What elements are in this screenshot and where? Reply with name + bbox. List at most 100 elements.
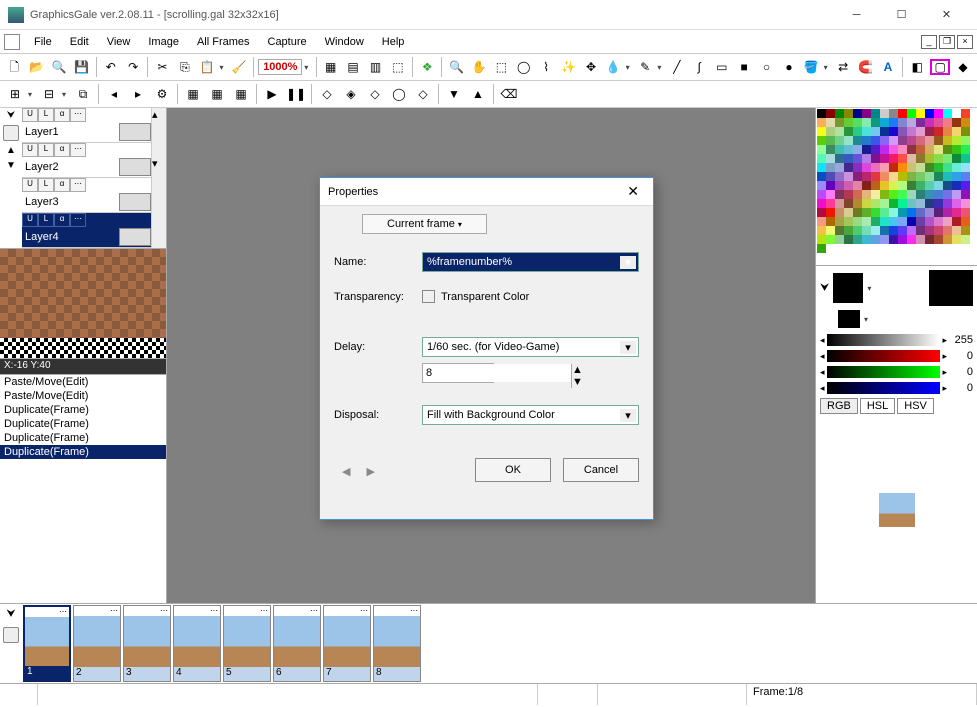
dialog-prev-icon[interactable]: ◀: [342, 465, 350, 478]
tab-hsv[interactable]: HSV: [897, 398, 934, 414]
move-icon[interactable]: ✥: [581, 56, 601, 78]
magnet-icon[interactable]: 🧲: [855, 56, 875, 78]
layer-up-icon[interactable]: ▲: [6, 145, 16, 156]
sel3-icon[interactable]: ◇: [364, 83, 386, 105]
onion-icon[interactable]: ❖: [417, 56, 437, 78]
frame-b-icon[interactable]: ▦: [206, 83, 228, 105]
replace-icon[interactable]: ⇄: [833, 56, 853, 78]
frame-item[interactable]: ⋯6: [273, 605, 321, 682]
fill-icon[interactable]: 🪣: [801, 56, 821, 78]
spin-down-icon[interactable]: ▼: [571, 376, 583, 388]
snap-icon[interactable]: ⬚: [388, 56, 408, 78]
tab-rgb[interactable]: RGB: [820, 398, 858, 414]
tab-hsl[interactable]: HSL: [860, 398, 895, 414]
curve-icon[interactable]: ∫: [689, 56, 709, 78]
copy-icon[interactable]: ⎘: [175, 56, 195, 78]
history-item[interactable]: Paste/Move(Edit): [0, 375, 166, 389]
misc-icon[interactable]: ◆: [953, 56, 973, 78]
pause-icon[interactable]: ❚❚: [285, 83, 307, 105]
wand-icon[interactable]: ✨: [558, 56, 578, 78]
frame-item[interactable]: ⋯3: [123, 605, 171, 682]
maximize-button[interactable]: ☐: [879, 1, 924, 29]
frame-del-icon[interactable]: ⊟: [38, 83, 60, 105]
menu-allframes[interactable]: All Frames: [189, 34, 258, 50]
cancel-button[interactable]: Cancel: [563, 458, 639, 482]
eyedrop-icon[interactable]: 💧: [603, 56, 623, 78]
search-icon[interactable]: 🔍: [49, 56, 69, 78]
history-item[interactable]: Duplicate(Frame): [0, 445, 166, 459]
zoom2-icon[interactable]: 🔍: [446, 56, 466, 78]
frame-dup-icon[interactable]: ⧉: [72, 83, 94, 105]
delay-unit-combo[interactable]: 1/60 sec. (for Video-Game)▾: [422, 337, 639, 357]
frame-c-icon[interactable]: ▦: [230, 83, 252, 105]
gray-slider[interactable]: ◂▸255: [816, 332, 977, 348]
frame-item[interactable]: ⋯2: [73, 605, 121, 682]
history-item[interactable]: Duplicate(Frame): [0, 403, 166, 417]
save-icon[interactable]: 💾: [71, 56, 91, 78]
system-menu-icon[interactable]: [4, 34, 20, 50]
layer-collapse-icon[interactable]: ⮟: [7, 110, 16, 121]
select-oval-icon[interactable]: ◯: [514, 56, 534, 78]
spin-up-icon[interactable]: ▲: [571, 364, 583, 376]
layer-item[interactable]: ULα⋯Layer4: [22, 213, 151, 248]
sel5-icon[interactable]: ◇: [412, 83, 434, 105]
frame-item[interactable]: ⋯4: [173, 605, 221, 682]
frame-item[interactable]: ⋯8: [373, 605, 421, 682]
ok-button[interactable]: OK: [475, 458, 551, 482]
name-input[interactable]: %framenumber%▾: [422, 252, 639, 272]
clear-icon[interactable]: 🧹: [229, 56, 249, 78]
dialog-next-icon[interactable]: ▶: [366, 465, 374, 478]
fg2-swatch[interactable]: [838, 310, 860, 328]
redo-icon[interactable]: ↷: [123, 56, 143, 78]
timeline-collapse-icon[interactable]: ⮟: [6, 608, 15, 621]
bg-swatch[interactable]: X: [929, 270, 973, 306]
trash-icon[interactable]: [3, 125, 19, 141]
menu-window[interactable]: Window: [317, 34, 372, 50]
layer-item[interactable]: ULα⋯Layer2: [22, 143, 151, 178]
frame-item[interactable]: ⋯1: [23, 605, 71, 682]
undo-icon[interactable]: ↶: [101, 56, 121, 78]
close-button[interactable]: ✕: [924, 1, 969, 29]
paste-icon[interactable]: 📋: [197, 56, 217, 78]
pencil-icon[interactable]: ✎: [635, 56, 655, 78]
line-icon[interactable]: ╱: [667, 56, 687, 78]
frame-prev-icon[interactable]: ◂: [103, 83, 125, 105]
erase-icon[interactable]: ⌫: [498, 83, 520, 105]
menu-help[interactable]: Help: [374, 34, 413, 50]
g-slider[interactable]: ◂▸0: [816, 364, 977, 380]
grid-icon[interactable]: ▦: [320, 56, 340, 78]
fg-swatch[interactable]: [833, 273, 863, 303]
new-icon[interactable]: 🗋: [4, 56, 24, 78]
frame-strip[interactable]: ⋯1⋯2⋯3⋯4⋯5⋯6⋯7⋯8: [22, 604, 977, 683]
frame-add-icon[interactable]: ⊞: [4, 83, 26, 105]
frame-next-icon[interactable]: ▸: [127, 83, 149, 105]
hand-icon[interactable]: ✋: [469, 56, 489, 78]
history-item[interactable]: Duplicate(Frame): [0, 431, 166, 445]
history-list[interactable]: Paste/Move(Edit)Paste/Move(Edit)Duplicat…: [0, 375, 166, 603]
sel4-icon[interactable]: ◯: [388, 83, 410, 105]
frame-item[interactable]: ⋯7: [323, 605, 371, 682]
layer-down-icon[interactable]: ▼: [6, 160, 16, 171]
grid3-icon[interactable]: ▥: [365, 56, 385, 78]
text-icon[interactable]: A: [878, 56, 898, 78]
disposal-combo[interactable]: Fill with Background Color▾: [422, 405, 639, 425]
rectfill-icon[interactable]: ■: [734, 56, 754, 78]
menu-file[interactable]: File: [26, 34, 60, 50]
down-icon[interactable]: ▼: [443, 83, 465, 105]
menu-capture[interactable]: Capture: [260, 34, 315, 50]
lasso-icon[interactable]: ⌇: [536, 56, 556, 78]
open-icon[interactable]: 📂: [26, 56, 46, 78]
layer-scrollbar[interactable]: ▴▾: [151, 108, 166, 248]
rect-icon[interactable]: ▭: [712, 56, 732, 78]
up-icon[interactable]: ▲: [467, 83, 489, 105]
history-item[interactable]: Duplicate(Frame): [0, 417, 166, 431]
dialog-tab-current[interactable]: Current frame ▾: [362, 214, 487, 234]
layer-item[interactable]: ULα⋯Layer3: [22, 178, 151, 213]
layer-item[interactable]: ULα⋯Layer1: [22, 108, 151, 143]
frame-props-icon[interactable]: ⚙: [151, 83, 173, 105]
frame-item[interactable]: ⋯5: [223, 605, 271, 682]
sel2-icon[interactable]: ◈: [340, 83, 362, 105]
play-icon[interactable]: ▶: [261, 83, 283, 105]
menu-edit[interactable]: Edit: [62, 34, 97, 50]
history-item[interactable]: Paste/Move(Edit): [0, 389, 166, 403]
